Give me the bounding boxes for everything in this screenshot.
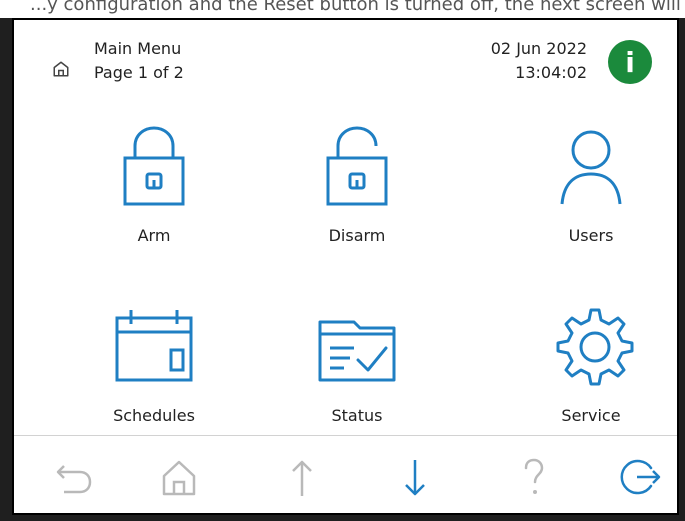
calendar-icon bbox=[115, 310, 193, 382]
home-icon bbox=[53, 61, 69, 77]
tile-label: Disarm bbox=[328, 226, 386, 245]
tile-label: Status bbox=[331, 406, 383, 425]
page-title: Main Menu bbox=[94, 39, 182, 58]
date-display: 02 Jun 2022 bbox=[490, 39, 587, 58]
user-icon bbox=[560, 130, 622, 205]
home-icon[interactable] bbox=[156, 454, 202, 500]
page-subtitle: Page 1 of 2 bbox=[94, 63, 184, 82]
arrow-up-icon[interactable] bbox=[279, 454, 325, 500]
tile-label: Service bbox=[561, 406, 621, 425]
header: Main Menu Page 1 of 2 02 Jun 2022 13:04:… bbox=[14, 20, 677, 110]
arrow-down-icon[interactable] bbox=[392, 454, 438, 500]
schedules-tile[interactable]: Schedules bbox=[64, 300, 244, 450]
lock-open-icon bbox=[326, 126, 388, 206]
arm-tile[interactable]: Arm bbox=[64, 120, 244, 270]
service-tile[interactable]: Service bbox=[501, 300, 681, 450]
info-button[interactable]: i bbox=[608, 40, 652, 84]
status-tile[interactable]: Status bbox=[267, 300, 447, 450]
menu-grid: Arm Disarm Users Schedules Status Servic… bbox=[14, 110, 677, 430]
back-icon[interactable] bbox=[48, 454, 94, 500]
time-display: 13:04:02 bbox=[515, 63, 587, 82]
top-clipped-text: ...y configuration and the Reset button … bbox=[0, 0, 685, 18]
tile-label: Schedules bbox=[113, 406, 195, 425]
bottom-nav bbox=[14, 436, 677, 514]
users-tile[interactable]: Users bbox=[501, 120, 681, 270]
info-icon: i bbox=[625, 45, 635, 79]
status-folder-icon bbox=[318, 320, 396, 382]
lock-closed-icon bbox=[123, 126, 185, 206]
logout-icon[interactable] bbox=[619, 454, 665, 500]
disarm-tile[interactable]: Disarm bbox=[267, 120, 447, 270]
tile-label: Arm bbox=[137, 226, 171, 245]
clipped-text: ...y configuration and the Reset button … bbox=[30, 0, 685, 15]
help-icon[interactable] bbox=[511, 454, 557, 500]
gear-icon bbox=[556, 308, 634, 386]
tile-label: Users bbox=[568, 226, 614, 245]
device-screen: ...y configuration and the Reset button … bbox=[0, 0, 685, 521]
main-panel: Main Menu Page 1 of 2 02 Jun 2022 13:04:… bbox=[12, 18, 679, 515]
